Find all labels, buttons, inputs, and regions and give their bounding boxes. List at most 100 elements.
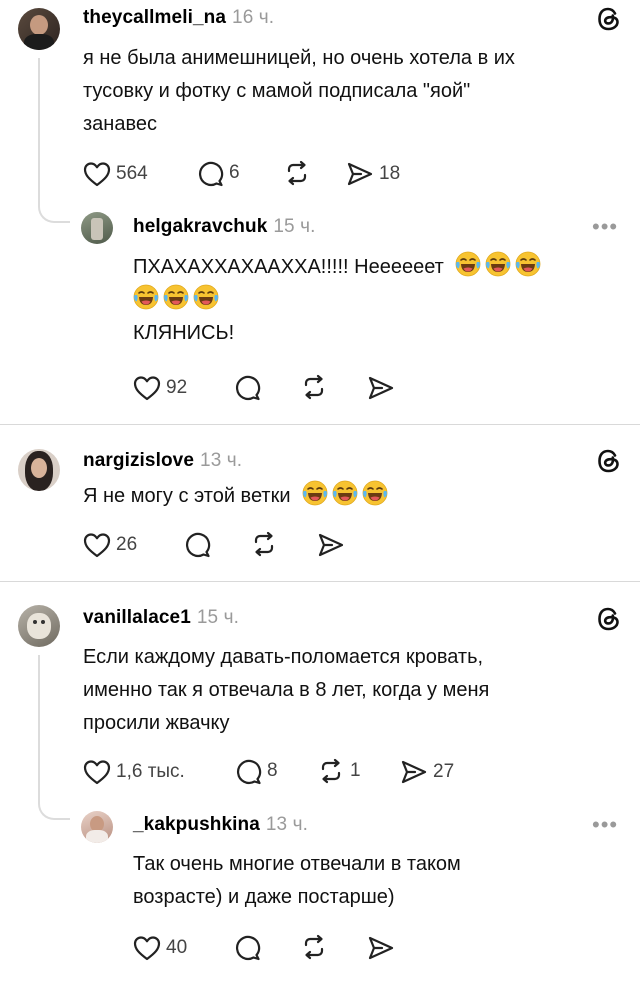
send-icon (367, 375, 395, 401)
repost-button[interactable] (300, 932, 328, 962)
post-text-span: ПХАХАХХАХААХХА!!!!! Неееееет (133, 256, 444, 278)
thread-line (38, 58, 40, 188)
share-button[interactable] (367, 373, 395, 403)
like-count: 564 (116, 163, 148, 184)
post-text: Я не могу с этой ветки (83, 480, 388, 513)
threads-logo-icon[interactable] (594, 4, 624, 34)
username[interactable]: helgakravchuk (133, 216, 267, 237)
thread-connector (38, 186, 70, 223)
share-button[interactable]: 18 (346, 159, 400, 189)
laughing-tears-emoji-icon (163, 284, 189, 310)
post-text-line: ПХАХАХХАХААХХА!!!!! Неееееет (133, 251, 541, 284)
comment-bubble-icon (183, 530, 211, 558)
send-icon (367, 935, 395, 961)
like-button[interactable]: 26 (83, 530, 137, 560)
comment-bubble-icon (233, 933, 261, 961)
post-text-line: возрасте) и даже постарше) (133, 886, 395, 908)
comment-bubble-icon (233, 373, 261, 401)
share-count: 18 (379, 163, 401, 184)
timestamp: 16 ч. (232, 7, 275, 28)
like-button[interactable]: 92 (133, 373, 187, 403)
laughing-tears-emoji-icon (455, 251, 481, 277)
more-dots-icon[interactable]: ••• (592, 812, 618, 838)
post-text-line: Я не могу с этой ветки (83, 480, 388, 513)
reply-button[interactable]: 8 (234, 756, 278, 786)
share-button[interactable] (317, 530, 345, 560)
avatar[interactable] (81, 212, 113, 244)
share-count: 27 (433, 761, 455, 782)
timestamp: 15 ч. (273, 216, 316, 237)
post-text-line: просили жвачку (83, 712, 230, 734)
post-text-line: именно так я отвечала в 8 лет, когда у м… (83, 679, 490, 701)
like-button[interactable]: 40 (133, 933, 187, 963)
reply-button[interactable] (233, 372, 261, 402)
like-button[interactable]: 1,6 тыс. (83, 757, 185, 787)
repost-button[interactable] (250, 529, 278, 559)
thread-connector (38, 783, 70, 820)
more-dots-icon[interactable]: ••• (592, 214, 618, 240)
heart-icon (133, 375, 161, 401)
laughing-tears-emoji-icon (515, 251, 541, 277)
username[interactable]: nargizislove (83, 450, 194, 471)
laughing-tears-emoji-icon (332, 480, 358, 506)
repost-icon (300, 933, 328, 961)
post-text: Если каждому давать-поломается кровать, … (83, 641, 489, 740)
share-button[interactable] (367, 933, 395, 963)
share-button[interactable]: 27 (400, 757, 454, 787)
username[interactable]: theycallmeli_na (83, 7, 226, 28)
avatar[interactable] (18, 8, 60, 50)
like-count: 92 (166, 377, 188, 398)
avatar[interactable] (18, 449, 60, 491)
repost-button[interactable]: 1 (317, 756, 361, 786)
reply-count: 6 (229, 162, 240, 183)
comment-bubble-icon (196, 159, 224, 187)
repost-icon (250, 530, 278, 558)
comment-bubble-icon (234, 757, 262, 785)
username[interactable]: vanillalace1 (83, 607, 191, 628)
like-count: 1,6 тыс. (116, 761, 185, 782)
avatar[interactable] (81, 811, 113, 843)
laughing-tears-emoji-icon (133, 284, 159, 310)
timestamp: 13 ч. (265, 814, 308, 835)
repost-button[interactable] (300, 372, 328, 402)
avatar[interactable] (18, 605, 60, 647)
divider (0, 581, 640, 582)
post-text-line: занавес (83, 113, 157, 135)
repost-count: 1 (350, 760, 361, 781)
post-text-line: КЛЯНИСЬ! (133, 322, 235, 344)
repost-icon (283, 159, 311, 187)
like-button[interactable]: 564 (83, 159, 148, 189)
heart-icon (83, 161, 111, 187)
post-text: ПХАХАХХАХААХХА!!!!! Неееееет КЛЯНИСЬ! (133, 251, 541, 350)
repost-button[interactable] (283, 158, 311, 188)
post-text-line: я не была анимешницей, но очень хотела в… (83, 47, 515, 69)
repost-icon (300, 373, 328, 401)
post-text-line: Если каждому давать-поломается кровать, (83, 646, 484, 668)
reply-button[interactable] (233, 932, 261, 962)
laughing-tears-emoji-icon (485, 251, 511, 277)
laughing-tears-emoji-icon (362, 480, 388, 506)
like-count: 40 (166, 937, 188, 958)
reply-button[interactable] (183, 529, 211, 559)
thread-line (38, 655, 40, 785)
timestamp: 13 ч. (200, 450, 243, 471)
heart-icon (83, 532, 111, 558)
timestamp: 15 ч. (196, 607, 239, 628)
post-text-line: тусовку и фотку с мамой подписала "яой" (83, 80, 471, 102)
threads-logo-icon[interactable] (594, 604, 624, 634)
username[interactable]: _kakpushkina (133, 814, 260, 835)
send-icon (317, 532, 345, 558)
heart-icon (83, 759, 111, 785)
post-text-line (133, 284, 541, 317)
like-count: 26 (116, 534, 138, 555)
send-icon (346, 161, 374, 187)
post-text-line: Так очень многие отвечали в таком (133, 853, 461, 875)
divider (0, 424, 640, 425)
repost-icon (317, 757, 345, 785)
heart-icon (133, 935, 161, 961)
reply-count: 8 (267, 760, 278, 781)
reply-button[interactable]: 6 (196, 158, 240, 188)
send-icon (400, 759, 428, 785)
threads-logo-icon[interactable] (594, 446, 624, 476)
post-text: Так очень многие отвечали в таком возрас… (133, 848, 461, 914)
